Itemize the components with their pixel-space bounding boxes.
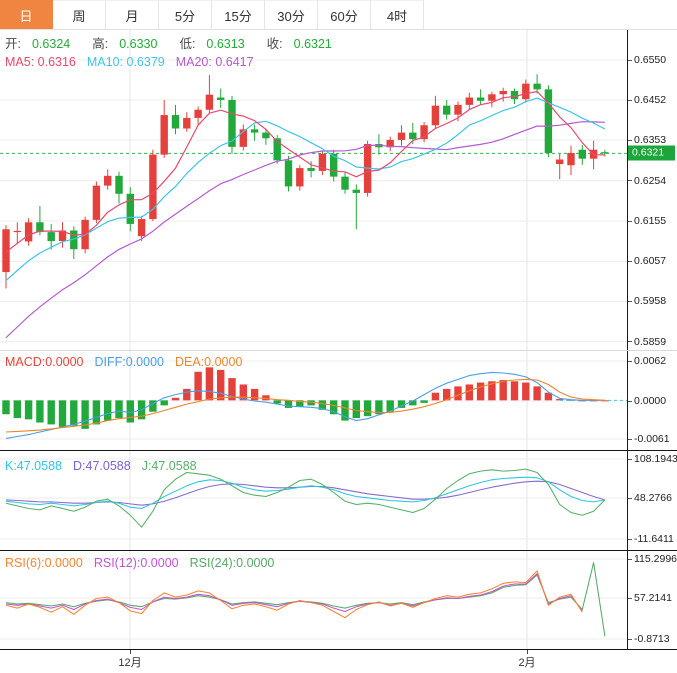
axis-tick: 0.0062: [628, 355, 666, 367]
axis-tick: 108.1943: [628, 453, 677, 465]
ohlc-item: 收:0.6321: [267, 37, 343, 51]
ma5-legend: MA5: 0.6316: [5, 55, 76, 69]
tab-5分[interactable]: 5分: [159, 0, 212, 29]
macd-legend: MACD:0.0000: [5, 355, 84, 369]
rsi6-legend: RSI(6):0.0000: [5, 556, 83, 570]
tab-周[interactable]: 周: [53, 0, 106, 29]
candlestick-chart[interactable]: [0, 30, 627, 350]
d-legend: D:47.0588: [73, 459, 131, 473]
axis-tick: -11.6411: [628, 533, 674, 545]
axis-tick: 0.0000: [628, 395, 666, 407]
k-legend: K:47.0588: [5, 459, 62, 473]
ohlc-item: 高:0.6330: [92, 37, 168, 51]
kdj-legend: K:47.0588 D:47.0588 J:47.0588: [5, 460, 208, 473]
tab-bar: 日周月5分15分30分60分4时: [0, 0, 677, 30]
main-chart-panel: 开:0.6324 高:0.6330 低:0.6313 收:0.6321 MA5: 0.…: [0, 30, 677, 350]
axis-tick: 0.5958: [628, 295, 666, 307]
axis-tick: -0.8713: [628, 633, 670, 645]
kdj-panel: K:47.0588 D:47.0588 J:47.0588 108.1943 48.2…: [0, 450, 677, 550]
axis-tick: 48.2766: [628, 492, 672, 504]
ma-legend: MA5: 0.6316 MA10: 0.6379 MA20: 0.6417: [5, 56, 265, 69]
rsi24-legend: RSI(24):0.0000: [190, 556, 275, 570]
ohlc-legend: 开:0.6324 高:0.6330 低:0.6313 收:0.6321: [5, 38, 354, 51]
rsi-legend: RSI(6):0.0000 RSI(12):0.0000 RSI(24):0.000…: [5, 557, 285, 570]
axis-tick: 0.6353: [628, 134, 666, 146]
price-axis: 0.6321 0.6550 0.6452 0.6353 0.6254 0.6155 0.6…: [627, 30, 677, 350]
ma20-legend: MA20: 0.6417: [176, 55, 254, 69]
axis-tick: 0.6550: [628, 54, 666, 66]
axis-tick: 115.2996: [628, 553, 677, 565]
ohlc-item: 开:0.6324: [5, 37, 81, 51]
rsi-panel: RSI(6):0.0000 RSI(12):0.0000 RSI(24):0.000…: [0, 550, 677, 649]
axis-tick: -0.0061: [628, 433, 670, 445]
time-label: 12月: [118, 654, 141, 670]
axis-tick: 0.6254: [628, 175, 666, 187]
macd-axis: 0.0062 0.0000 -0.0061: [627, 351, 677, 450]
time-axis: 12月 2月: [0, 649, 677, 673]
kdj-axis: 108.1943 48.2766 -11.6411: [627, 451, 677, 550]
tab-60分[interactable]: 60分: [318, 0, 371, 29]
current-price-badge: 0.6321: [628, 146, 675, 161]
axis-tick: 0.6155: [628, 215, 666, 227]
time-label: 2月: [518, 654, 535, 670]
axis-tick: 0.5859: [628, 336, 666, 348]
j-legend: J:47.0588: [142, 459, 197, 473]
dea-legend: DEA:0.0000: [175, 355, 242, 369]
axis-tick: 0.6452: [628, 94, 666, 106]
macd-legend: MACD:0.0000 DIFF:0.0000 DEA:0.0000: [5, 356, 253, 369]
rsi12-legend: RSI(12):0.0000: [94, 556, 179, 570]
axis-tick: 0.6057: [628, 255, 666, 267]
tab-日[interactable]: 日: [0, 0, 53, 29]
tab-15分[interactable]: 15分: [212, 0, 265, 29]
ohlc-item: 低:0.6313: [179, 37, 255, 51]
diff-legend: DIFF:0.0000: [95, 355, 164, 369]
tab-30分[interactable]: 30分: [265, 0, 318, 29]
tab-月[interactable]: 月: [106, 0, 159, 29]
tab-4时[interactable]: 4时: [371, 0, 424, 29]
axis-tick: 57.2141: [628, 592, 672, 604]
rsi-axis: 115.2996 57.2141 -0.8713: [627, 551, 677, 649]
ma10-legend: MA10: 0.6379: [87, 55, 165, 69]
macd-panel: MACD:0.0000DIFF:0.0000DEA:0.0000 0.00620…: [0, 350, 677, 450]
